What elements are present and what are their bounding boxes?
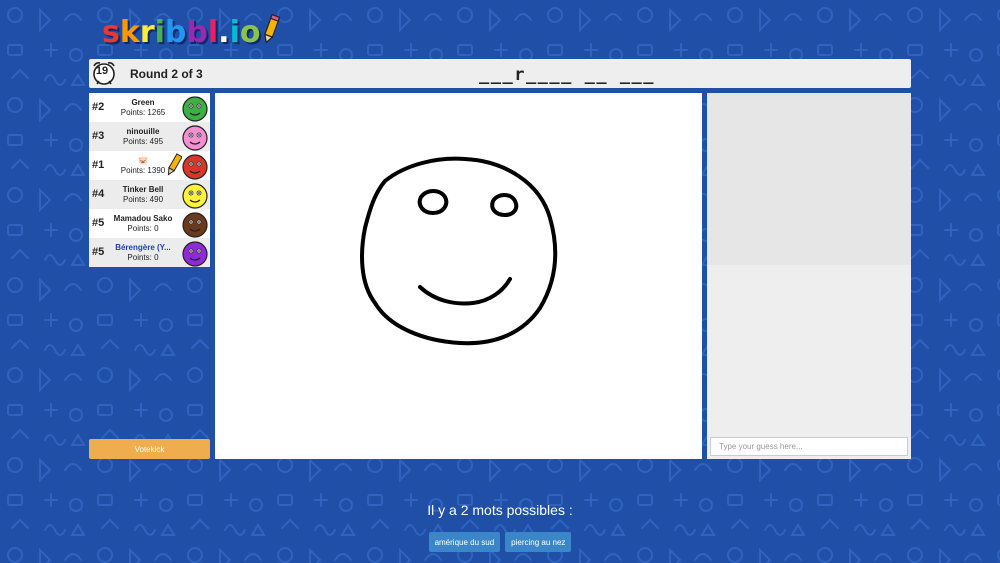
word-option-button[interactable]: piercing au nez	[505, 532, 572, 552]
chat-panel	[707, 93, 911, 459]
word-option-button[interactable]: amérique du sud	[428, 532, 501, 552]
logo-letter: b	[164, 14, 187, 50]
logo-letter: .	[218, 14, 230, 50]
logo-letter: i	[229, 14, 240, 50]
logo-letter: r	[139, 14, 155, 50]
player-name: Bérengère (Y...	[115, 243, 171, 252]
player-rank: #3	[92, 130, 105, 142]
player-row[interactable]: #1 🐷 Points: 1390	[89, 151, 210, 180]
player-avatar-icon	[182, 154, 208, 180]
player-points: Points: 1265	[120, 108, 166, 117]
player-avatar-icon	[182, 241, 208, 267]
player-points: Points: 495	[122, 137, 164, 146]
logo-letter: b	[186, 14, 208, 50]
guess-input[interactable]	[710, 437, 908, 456]
player-name: Mamadou Sako	[113, 214, 173, 223]
player-row[interactable]: #4 Tinker Bell Points: 490	[89, 180, 210, 209]
player-points: Points: 0	[127, 224, 159, 233]
logo-letter: i	[154, 14, 165, 50]
drawn-left-eye	[417, 189, 449, 215]
player-rank: #5	[92, 217, 105, 229]
player-row[interactable]: #5 Bérengère (Y... Points: 0	[89, 238, 210, 267]
player-list: #2 Green Points: 1265 #3 ninouille Points: 49…	[89, 93, 210, 267]
player-rank: #1	[92, 159, 105, 171]
player-rank: #4	[92, 188, 105, 200]
player-row[interactable]: #2 Green Points: 1265	[89, 93, 210, 122]
player-points: Points: 490	[122, 195, 164, 204]
player-avatar-icon	[182, 125, 208, 151]
drawing-pencil-icon	[167, 153, 182, 176]
skribbl-logo: skribbl.io	[102, 13, 280, 50]
logo-letter: l	[207, 14, 219, 50]
player-rank: #5	[92, 246, 105, 258]
player-avatar-icon	[182, 96, 208, 122]
drawn-face-outline	[360, 156, 558, 346]
drawn-smile	[418, 277, 512, 306]
drawn-right-eye	[490, 193, 519, 217]
player-points: Points: 0	[127, 253, 159, 262]
logo-letter: s	[102, 14, 120, 50]
possible-words: amérique du sud piercing au nez	[0, 532, 1000, 552]
votekick-button[interactable]: Votekick	[89, 439, 210, 459]
player-name: Green	[131, 98, 155, 107]
player-row[interactable]: #3 ninouille Points: 495	[89, 122, 210, 151]
chat-messages	[707, 93, 911, 265]
word-hint: ___r____ __ ___	[479, 65, 656, 85]
player-rank: #2	[92, 101, 105, 113]
player-avatar-icon	[182, 183, 208, 209]
player-name: Tinker Bell	[122, 185, 164, 194]
player-avatar-icon	[182, 212, 208, 238]
logo-letter: k	[119, 14, 140, 50]
timer-value: 19	[95, 65, 109, 77]
player-row[interactable]: #5 Mamadou Sako Points: 0	[89, 209, 210, 238]
possible-words-title: Il y a 2 mots possibles :	[427, 502, 573, 518]
canvas-drawing	[360, 156, 558, 346]
player-name: ninouille	[126, 127, 160, 136]
round-indicator: Round 2 of 3	[130, 67, 203, 81]
drawing-canvas[interactable]	[215, 93, 702, 459]
game-header: 19 Round 2 of 3 ___r____ __ ___	[89, 59, 911, 88]
